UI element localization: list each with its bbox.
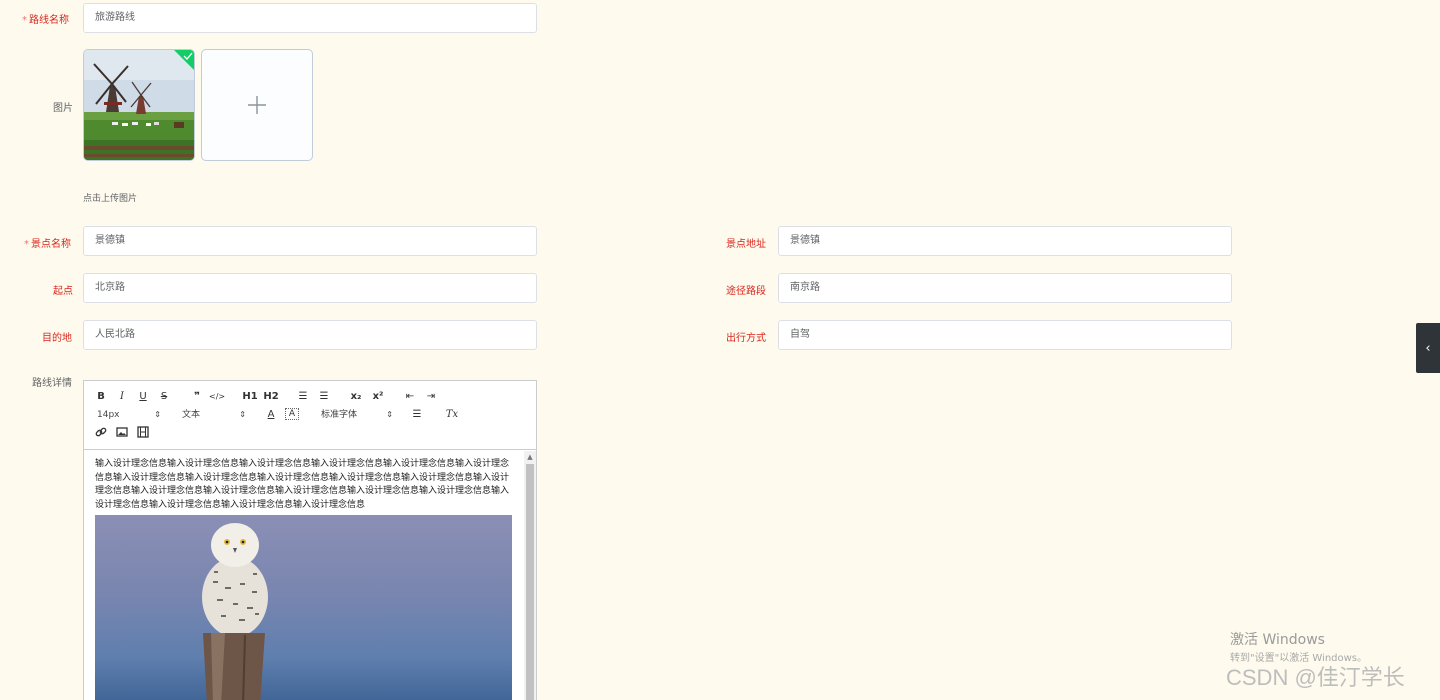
- spot-address-label: 景点地址: [726, 239, 766, 250]
- start-input[interactable]: 北京路: [83, 273, 537, 303]
- indent-decrease-icon[interactable]: ⇤: [402, 390, 418, 404]
- route-name-label: * 路线名称: [22, 15, 69, 26]
- link-icon[interactable]: [94, 426, 108, 440]
- select-arrow-icon: ⇕: [386, 410, 393, 419]
- editor-toolbar: B I U S ❞ </> H1 H2 ☰ ☰ x₂ x² ⇤ ⇥ 14px ⇕…: [84, 381, 536, 450]
- destination-label: 目的地: [42, 333, 72, 344]
- windows-activation-title: 激活 Windows: [1230, 632, 1325, 648]
- ordered-list-icon[interactable]: ☰: [296, 390, 310, 404]
- link-icon-svg: [95, 427, 107, 437]
- required-star: *: [22, 15, 27, 26]
- clean-format-icon[interactable]: Tx: [444, 408, 460, 422]
- uploaded-image-thumbnail[interactable]: [83, 49, 195, 161]
- underline-button[interactable]: U: [136, 390, 150, 404]
- travel-mode-label: 出行方式: [726, 333, 766, 344]
- align-icon[interactable]: ☰: [410, 408, 424, 422]
- upload-image-button[interactable]: [201, 49, 313, 161]
- required-star: *: [24, 239, 29, 250]
- h2-button[interactable]: H2: [262, 390, 280, 404]
- strike-button[interactable]: S: [157, 390, 171, 404]
- superscript-button[interactable]: x²: [370, 390, 386, 404]
- csdn-watermark: CSDN @佳汀学长: [1226, 665, 1405, 690]
- spot-name-input[interactable]: 景德镇: [83, 226, 537, 256]
- select-arrow-icon: ⇕: [154, 410, 161, 419]
- subscript-button[interactable]: x₂: [348, 390, 364, 404]
- background-color-icon[interactable]: A: [285, 408, 299, 420]
- scrollbar-thumb[interactable]: [526, 464, 534, 700]
- details-label: 路线详情: [32, 378, 72, 389]
- upload-hint: 点击上传图片: [83, 194, 138, 204]
- text-style-select[interactable]: 文本 ⇕: [182, 408, 246, 422]
- owl-photo: [95, 514, 512, 700]
- font-family-select[interactable]: 标准字体 ⇕: [321, 408, 393, 422]
- video-icon[interactable]: [136, 426, 150, 440]
- font-size-select[interactable]: 14px ⇕: [97, 408, 161, 422]
- spot-address-input[interactable]: 景德镇: [778, 226, 1232, 256]
- editor-scrollbar[interactable]: ▲: [524, 451, 536, 700]
- editor-text: 输入设计理念信息输入设计理念信息输入设计理念信息输入设计理念信息输入设计理念信息…: [95, 459, 510, 511]
- editor-content[interactable]: 输入设计理念信息输入设计理念信息输入设计理念信息输入设计理念信息输入设计理念信息…: [84, 451, 524, 700]
- chevron-left-icon: ‹: [1425, 340, 1431, 356]
- travel-mode-input[interactable]: 自驾: [778, 320, 1232, 350]
- destination-input[interactable]: 人民北路: [83, 320, 537, 350]
- select-arrow-icon: ⇕: [239, 410, 246, 419]
- snowy-owl-image: [202, 522, 268, 700]
- plus-icon: [248, 96, 266, 114]
- image-label: 图片: [53, 103, 73, 114]
- spot-name-label: * 景点名称: [24, 239, 71, 250]
- scroll-up-icon[interactable]: ▲: [524, 451, 536, 463]
- bullet-list-icon[interactable]: ☰: [317, 390, 331, 404]
- rich-text-editor[interactable]: B I U S ❞ </> H1 H2 ☰ ☰ x₂ x² ⇤ ⇥ 14px ⇕…: [83, 380, 537, 700]
- route-name-input[interactable]: 旅游路线: [83, 3, 537, 33]
- image-icon[interactable]: [115, 426, 129, 440]
- bold-button[interactable]: B: [94, 390, 108, 404]
- italic-button[interactable]: I: [115, 390, 129, 404]
- via-label: 途径路段: [726, 286, 766, 297]
- windmill-photo: [84, 50, 194, 160]
- via-input[interactable]: 南京路: [778, 273, 1232, 303]
- code-icon[interactable]: </>: [209, 390, 225, 404]
- quote-icon[interactable]: ❞: [189, 390, 205, 404]
- image-icon-svg: [116, 427, 128, 437]
- font-color-icon[interactable]: A: [264, 408, 278, 422]
- h1-button[interactable]: H1: [241, 390, 259, 404]
- indent-increase-icon[interactable]: ⇥: [423, 390, 439, 404]
- side-panel-toggle[interactable]: ‹: [1416, 323, 1440, 373]
- video-icon-svg: [137, 426, 149, 438]
- start-label: 起点: [53, 286, 73, 297]
